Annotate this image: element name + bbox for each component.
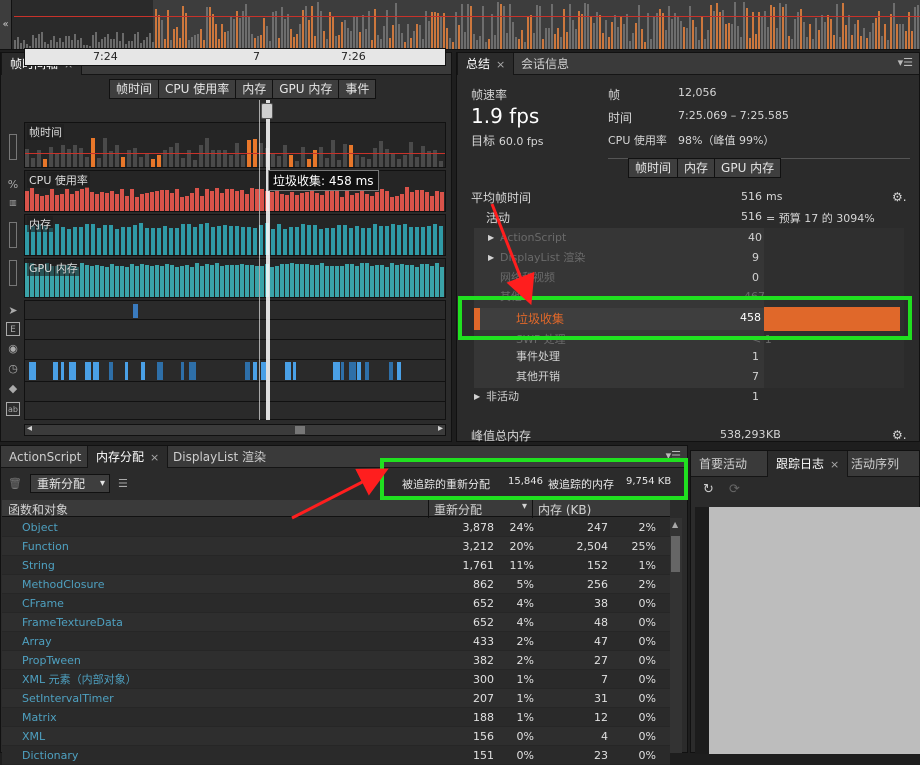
arrow-to-gc <box>490 203 535 306</box>
annotation-arrows <box>291 203 535 520</box>
arrow-to-tracked <box>291 468 389 520</box>
